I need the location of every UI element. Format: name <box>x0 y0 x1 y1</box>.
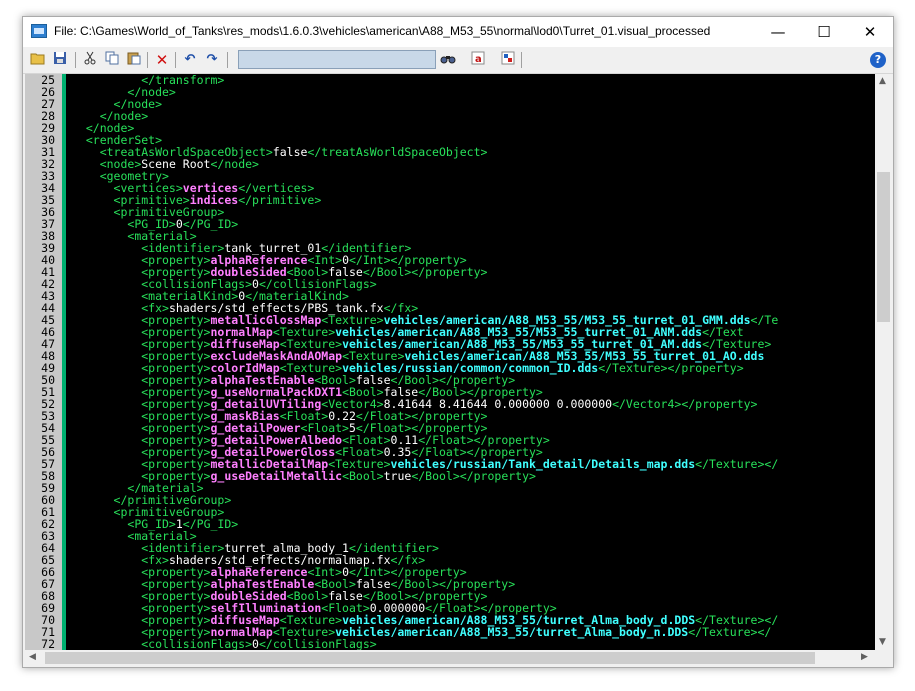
xml-tag: </treatAsWorldSpaceObject> <box>307 145 488 159</box>
xml-tag: </Texture></ <box>688 625 772 639</box>
scroll-up-icon[interactable]: ▲ <box>879 76 886 86</box>
toolbar-separator <box>521 52 522 68</box>
xml-tag: </primitive> <box>238 193 322 207</box>
search-input[interactable] <box>238 50 436 69</box>
replace-icon[interactable] <box>499 51 517 69</box>
toolbar: ✕ ↶ ↷ a ? <box>23 47 893 74</box>
scroll-left-icon[interactable]: ◀ <box>29 652 36 662</box>
redo-icon[interactable]: ↷ <box>203 51 221 69</box>
xml-value: vehicles/american/A88_M53_55/turret_Alma… <box>335 625 689 639</box>
app-icon <box>31 24 47 38</box>
code-line[interactable]: 27 </node> <box>25 98 875 110</box>
undo-icon[interactable]: ↶ <box>181 51 199 69</box>
vertical-scrollbar[interactable]: ▲ ▼ <box>875 74 892 650</box>
open-icon[interactable] <box>29 51 47 69</box>
title-bar[interactable]: File: C:\Games\World_of_Tanks\res_mods\1… <box>23 17 893 47</box>
xml-value: false <box>272 145 308 159</box>
scroll-right-icon[interactable]: ▶ <box>861 652 868 662</box>
close-button[interactable]: ✕ <box>847 17 893 47</box>
maximize-button[interactable]: ☐ <box>801 17 847 47</box>
scroll-down-icon[interactable]: ▼ <box>879 637 886 647</box>
xml-tag: </Texture></property> <box>598 361 744 375</box>
help-icon[interactable]: ? <box>870 52 886 68</box>
copy-icon[interactable] <box>103 51 121 69</box>
xml-tag: <Bool> <box>342 469 384 483</box>
horizontal-scroll-thumb[interactable] <box>45 652 815 664</box>
code-lines: 25 </transform> 26 </node> 27 </node> 28 </… <box>25 74 875 650</box>
save-icon[interactable] <box>51 51 69 69</box>
toolbar-separator <box>227 52 228 68</box>
xml-tag: </Bool></property> <box>362 265 488 279</box>
xml-tag: </Vector4></property> <box>612 397 758 411</box>
toolbar-separator <box>147 52 148 68</box>
code-editor[interactable]: 25 </transform> 26 </node> 27 </node> 28 </… <box>25 74 875 650</box>
xml-tag: </Te <box>750 313 779 327</box>
xml-tag: </Bool></property> <box>411 469 536 483</box>
xml-tag: </node> <box>210 157 259 171</box>
horizontal-scrollbar[interactable]: ◀ ▶ <box>25 650 875 666</box>
xml-value: true <box>383 469 412 483</box>
minimize-button[interactable]: — <box>755 17 801 47</box>
vertical-scroll-thumb[interactable] <box>877 172 890 322</box>
editor-window: File: C:\Games\World_of_Tanks\res_mods\1… <box>22 16 894 668</box>
find-a-icon[interactable]: a <box>469 51 487 69</box>
paste-icon[interactable] <box>125 51 143 69</box>
xml-value: g_useDetailMetallic <box>210 469 343 483</box>
xml-tag: </Texture></ <box>695 457 779 471</box>
window-title: File: C:\Games\World_of_Tanks\res_mods\1… <box>54 24 711 38</box>
find-icon[interactable] <box>439 51 457 69</box>
delete-icon[interactable]: ✕ <box>153 51 171 69</box>
code-line[interactable]: 28 </node> <box>25 110 875 122</box>
svg-text:a: a <box>475 54 482 65</box>
toolbar-separator <box>75 52 76 68</box>
toolbar-separator <box>175 52 176 68</box>
cut-icon[interactable] <box>81 51 99 69</box>
